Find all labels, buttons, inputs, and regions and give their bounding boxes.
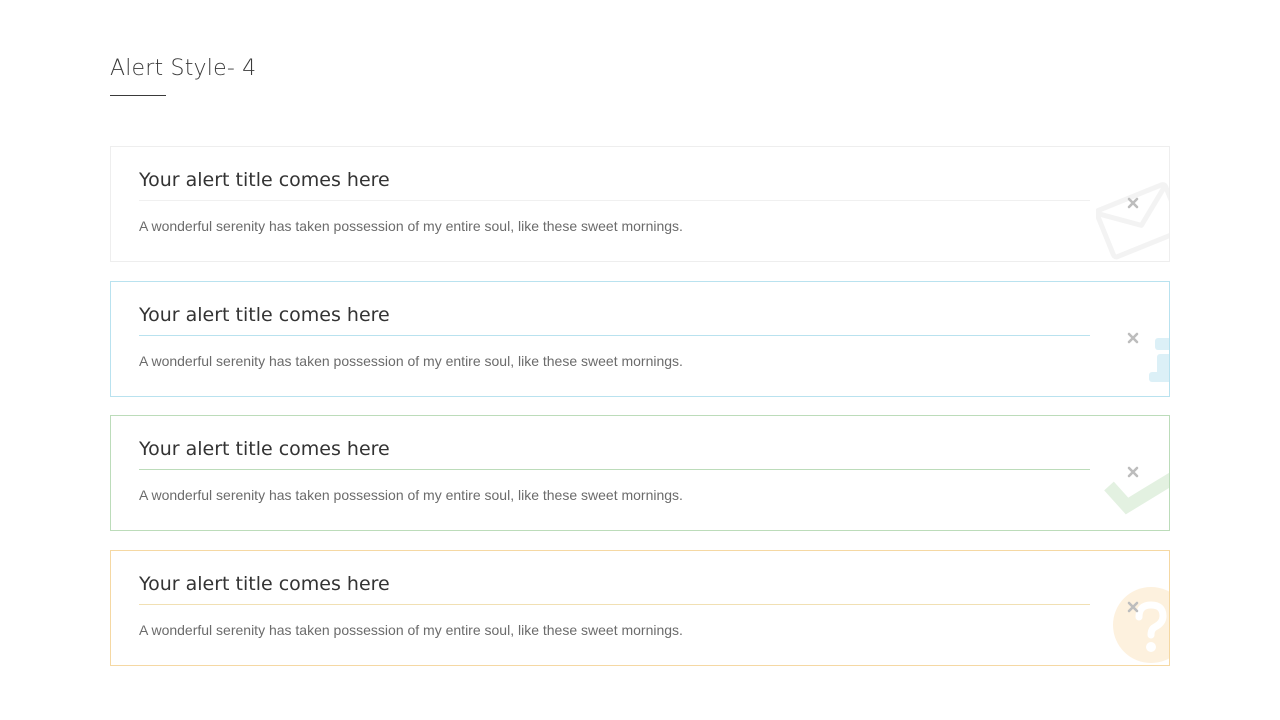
alert-divider: [139, 200, 1090, 201]
close-icon: [1127, 601, 1139, 613]
alert-message: A wonderful serenity has taken possessio…: [139, 218, 683, 234]
alert-style-page: Alert Style- 4 Your alert title comes he…: [0, 0, 1280, 720]
alert-warning: Your alert title comes here A wonderful …: [110, 550, 1170, 666]
alert-message: A wonderful serenity has taken possessio…: [139, 622, 683, 638]
alert-divider: [139, 469, 1090, 470]
envelope-icon: [1096, 182, 1169, 260]
close-button[interactable]: [1124, 329, 1142, 347]
alert-title: Your alert title comes here: [139, 169, 390, 191]
alert-divider: [139, 335, 1090, 336]
alert-divider: [139, 604, 1090, 605]
close-button[interactable]: [1124, 463, 1142, 481]
alert-message: A wonderful serenity has taken possessio…: [139, 487, 683, 503]
alert-message: A wonderful serenity has taken possessio…: [139, 353, 683, 369]
close-icon: [1127, 197, 1139, 209]
alert-default: Your alert title comes here A wonderful …: [110, 146, 1170, 262]
question-icon: [1113, 587, 1169, 663]
alert-title: Your alert title comes here: [139, 438, 390, 460]
alert-success: Your alert title comes here A wonderful …: [110, 415, 1170, 531]
alert-title: Your alert title comes here: [139, 304, 390, 326]
info-icon: [1149, 338, 1169, 382]
title-underline: [110, 95, 166, 96]
section-title: Alert Style- 4: [110, 56, 257, 81]
alert-title: Your alert title comes here: [139, 573, 390, 595]
alert-info: Your alert title comes here A wonderful …: [110, 281, 1170, 397]
close-button[interactable]: [1124, 598, 1142, 616]
close-button[interactable]: [1124, 194, 1142, 212]
close-icon: [1127, 332, 1139, 344]
close-icon: [1127, 466, 1139, 478]
